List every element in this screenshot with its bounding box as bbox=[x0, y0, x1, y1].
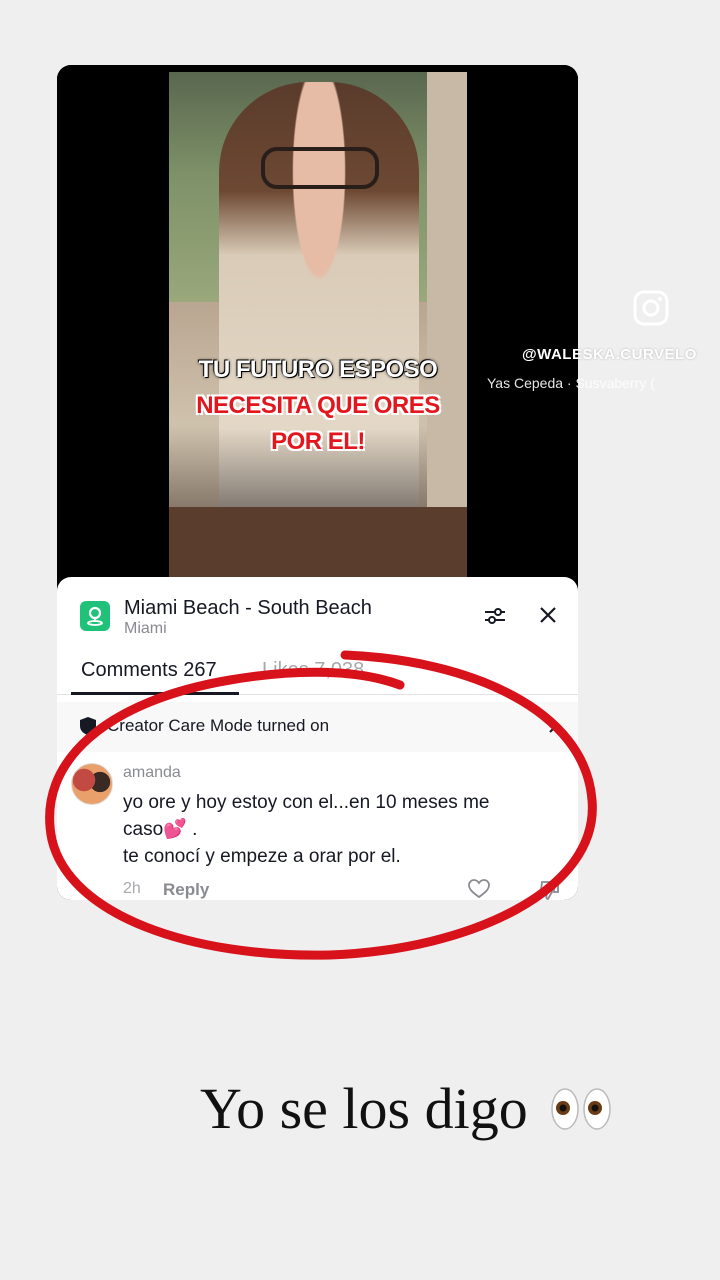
video-frame: TU FUTURO ESPOSO NECESITA QUE ORES POR E… bbox=[169, 72, 467, 577]
comment-username[interactable]: amanda bbox=[123, 764, 181, 782]
instagram-icon[interactable] bbox=[633, 290, 669, 326]
story-caption-text: Yo se los digo bbox=[200, 1076, 528, 1141]
chevron-right-icon bbox=[547, 719, 559, 733]
comments-sheet: Miami Beach - South Beach Miami Comments… bbox=[57, 577, 578, 900]
screenshot-card: TU FUTURO ESPOSO NECESITA QUE ORES POR E… bbox=[57, 65, 578, 900]
caption-line-2: NECESITA QUE ORES bbox=[196, 392, 440, 419]
tab-likes[interactable]: Likes 7,038 bbox=[262, 659, 364, 682]
dislike-icon[interactable] bbox=[539, 879, 561, 900]
story-caption: Yo se los digo bbox=[200, 1075, 612, 1148]
video-table bbox=[169, 507, 467, 577]
video-player[interactable]: TU FUTURO ESPOSO NECESITA QUE ORES POR E… bbox=[57, 65, 578, 580]
avatar[interactable] bbox=[71, 763, 113, 805]
reply-button[interactable]: Reply bbox=[163, 880, 209, 900]
instagram-handle[interactable]: @WALESKA.CURVELO bbox=[522, 346, 697, 363]
comment-line-2: caso💕 . bbox=[123, 819, 198, 840]
caption-line-3: POR EL! bbox=[271, 428, 365, 455]
close-icon[interactable] bbox=[538, 605, 558, 625]
eyes-icon bbox=[550, 1081, 612, 1148]
creator-care-text: Creator Care Mode turned on bbox=[107, 716, 330, 735]
comment-line-3: te conocí y empeze a orar por el. bbox=[123, 846, 401, 867]
filter-icon[interactable] bbox=[484, 605, 506, 627]
video-glasses bbox=[261, 147, 379, 189]
comment-line-1: yo ore y hoy estoy con el...en 10 meses … bbox=[123, 792, 490, 813]
comment-timestamp: 2h bbox=[123, 880, 141, 897]
location-pin-icon[interactable] bbox=[80, 601, 110, 631]
creator-care-banner[interactable]: Creator Care Mode turned on bbox=[57, 702, 578, 752]
active-tab-indicator bbox=[71, 692, 239, 695]
shield-icon bbox=[79, 716, 97, 736]
video-wall bbox=[427, 72, 467, 577]
heart-icon[interactable] bbox=[468, 879, 490, 899]
caption-line-1: TU FUTURO ESPOSO bbox=[198, 356, 438, 383]
comment-text: yo ore y hoy estoy con el...en 10 meses … bbox=[123, 789, 563, 870]
location-title[interactable]: Miami Beach - South Beach bbox=[124, 597, 372, 620]
music-attribution[interactable]: Yas Cepeda · Susvaberry ( bbox=[487, 375, 667, 391]
video-caption: TU FUTURO ESPOSO NECESITA QUE ORES POR E… bbox=[169, 352, 467, 460]
tab-comments[interactable]: Comments 267 bbox=[81, 659, 217, 682]
location-subtitle: Miami bbox=[124, 620, 167, 637]
comment-tabs: Comments 267 Likes 7,038 bbox=[57, 655, 578, 695]
